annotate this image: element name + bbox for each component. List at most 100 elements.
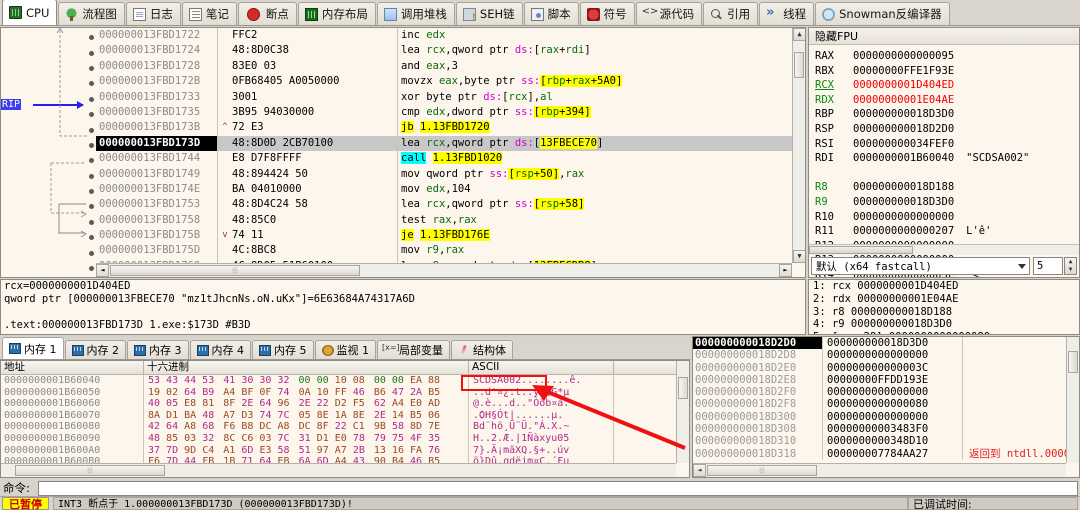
disassembly-panel[interactable]: RIP 000000013FBD1722 FFC2 inc edx 000000… bbox=[0, 27, 806, 278]
stack-vscrollbar[interactable] bbox=[1066, 337, 1079, 463]
register-value[interactable]: 000000000018D3D0 bbox=[853, 196, 954, 208]
disasm-row[interactable]: 000000013FBD173B ^ 72 E3 jb 1.13FBD1720 bbox=[96, 120, 792, 136]
struct-tab[interactable]: 结构体 bbox=[451, 340, 513, 359]
dump-tab-4[interactable]: 内存 4 bbox=[189, 340, 251, 359]
watch-tab-1[interactable]: 监视 1 bbox=[314, 340, 376, 359]
stack-row[interactable]: 000000000018D2E8 00000000FFDD193E bbox=[693, 373, 1079, 387]
disasm-row[interactable]: 000000013FBD1724 48:8D0C38 lea rcx,qword p… bbox=[96, 43, 792, 59]
scroll-up-icon[interactable]: ▲ bbox=[793, 28, 805, 41]
register-row[interactable]: RSI 000000000034FEF0 bbox=[815, 137, 1079, 152]
scroll-thumb[interactable] bbox=[809, 246, 913, 254]
disasm-row[interactable]: 000000013FBD1735 3B95 94030000 cmp edx,dwo… bbox=[96, 104, 792, 121]
register-value[interactable]: 000000000034FEF0 bbox=[853, 138, 954, 150]
dump-row[interactable]: 0000000001B60040 53 43 44 53 41 30 30 32 … bbox=[1, 375, 689, 387]
register-row[interactable]: RDI 0000000001B60040 "SCDSA002" bbox=[815, 151, 1079, 166]
scroll-thumb[interactable]: ⦙⦙⦙ bbox=[15, 465, 165, 476]
register-value[interactable]: 0000000001D404ED bbox=[853, 79, 954, 91]
register-row[interactable]: R11 0000000000000207 L'ê' bbox=[815, 224, 1079, 239]
disasm-row[interactable]: 000000013FBD1722 FFC2 inc edx bbox=[96, 28, 792, 44]
disasm-row[interactable]: 000000013FBD174E BA 04010000 mov edx,104 bbox=[96, 181, 792, 198]
dump-tab-5[interactable]: 内存 5 bbox=[252, 340, 314, 359]
dump-tab-1[interactable]: 内存 1 bbox=[2, 337, 64, 359]
dump-row[interactable]: 0000000001B60090 48 85 03 32 8C C6 03 7C … bbox=[1, 432, 689, 445]
dump-rows[interactable]: 0000000001B60040 53 43 44 53 41 30 30 32 … bbox=[1, 375, 689, 468]
registers-hscrollbar[interactable] bbox=[809, 244, 1079, 255]
scroll-right-icon[interactable]: ► bbox=[779, 264, 792, 277]
dump-tab-2[interactable]: 内存 2 bbox=[64, 340, 126, 359]
register-value[interactable]: 00000000001E04AE bbox=[853, 94, 954, 106]
disassembly-hscrollbar[interactable]: ◄ ⦙⦙⦙ ► bbox=[96, 263, 792, 277]
register-value[interactable]: 0000000001B60040 bbox=[853, 152, 954, 164]
dump-header-hex[interactable]: 十六进制 bbox=[144, 361, 469, 374]
dump-row[interactable]: 0000000001B60080 42 64 A8 68 F6 B8 DC A8 … bbox=[1, 421, 689, 433]
register-row[interactable]: RDX 00000000001E04AE bbox=[815, 93, 1079, 108]
dump-row[interactable]: 0000000001B60060 40 05 E8 81 8F 2E 64 96 … bbox=[1, 398, 689, 410]
register-value[interactable]: 0000000000000207 bbox=[853, 225, 954, 237]
disassembly-vscrollbar[interactable]: ▲ ▼ bbox=[792, 28, 805, 263]
scroll-down-icon[interactable]: ▼ bbox=[793, 250, 805, 263]
scroll-left-icon[interactable]: ◄ bbox=[693, 464, 706, 477]
stack-row[interactable]: 000000000018D308 00000000003483F0 bbox=[693, 423, 1079, 436]
disasm-row[interactable]: 000000013FBD175B v 74 11 je 1.13FBD176E bbox=[96, 228, 792, 244]
tab-cpu[interactable]: CPU bbox=[2, 0, 58, 25]
scroll-thumb[interactable] bbox=[794, 52, 804, 78]
hide-fpu-button[interactable]: 隐藏FPU bbox=[809, 28, 1079, 45]
tab-references[interactable]: 引用 bbox=[703, 2, 759, 25]
stack-panel[interactable]: 000000000018D2D0 000000000018D3D0 0000000… bbox=[692, 336, 1080, 478]
disasm-row[interactable]: 000000013FBD172B 0FB68405 A0050000 movzx e… bbox=[96, 74, 792, 90]
registers-panel[interactable]: 隐藏FPU RAX 0000000000000095 RBX 00000000FFE… bbox=[808, 27, 1080, 278]
register-row[interactable]: RBP 000000000018D3D0 bbox=[815, 107, 1079, 122]
register-value[interactable]: 00000000FFE1F93E bbox=[853, 65, 954, 77]
register-value[interactable]: 000000000018D188 bbox=[853, 181, 954, 193]
scroll-thumb[interactable]: ⦙⦙⦙ bbox=[110, 265, 360, 276]
register-row[interactable]: R10 0000000000000000 bbox=[815, 210, 1079, 225]
register-value[interactable]: 000000000018D2D0 bbox=[853, 123, 954, 135]
dump-row[interactable]: 0000000001B600A0 37 7D 9D C4 A1 6D E3 58 … bbox=[1, 444, 689, 457]
register-row[interactable]: RAX 0000000000000095 bbox=[815, 49, 1079, 64]
locals-tab[interactable]: 局部变量 bbox=[377, 340, 450, 359]
stack-row-current[interactable]: 000000000018D2D0 000000000018D3D0 bbox=[693, 337, 1079, 350]
dump-row[interactable]: 0000000001B60070 8A D1 BA 48 A7 D3 74 7C … bbox=[1, 409, 689, 422]
dump-header-address[interactable]: 地址 bbox=[1, 361, 144, 374]
dump-tab-3[interactable]: 内存 3 bbox=[127, 340, 189, 359]
stack-row[interactable]: 000000000018D2D8 0000000000000000 bbox=[693, 349, 1079, 362]
stack-row[interactable]: 000000000018D2E0 000000000000003C bbox=[693, 361, 1079, 374]
argument-count-input[interactable]: 5 bbox=[1033, 257, 1063, 275]
tab-source[interactable]: 源代码 bbox=[635, 2, 703, 25]
tab-call-stack[interactable]: 调用堆栈 bbox=[376, 2, 455, 25]
dump-row[interactable]: 0000000001B60050 19 02 64 B9 A4 BF 0F 74 … bbox=[1, 386, 689, 399]
tab-graph[interactable]: 流程图 bbox=[58, 2, 125, 25]
stack-row[interactable]: 000000000018D300 0000000000000000 bbox=[693, 410, 1079, 424]
tab-seh[interactable]: SEH链 bbox=[455, 2, 523, 25]
stack-hscrollbar[interactable]: ◄ ⦙⦙⦙ bbox=[693, 463, 1066, 477]
stack-row[interactable]: 000000000018D2F8 0000000000000080 bbox=[693, 398, 1079, 411]
register-value[interactable]: 000000000018D3D0 bbox=[853, 108, 954, 120]
stack-row[interactable]: 000000000018D310 0000000000348D10 bbox=[693, 435, 1079, 448]
disasm-row[interactable]: 000000013FBD1749 48:894424 50 mov qword pt… bbox=[96, 166, 792, 182]
dump-header-ascii[interactable]: ASCII bbox=[469, 361, 614, 374]
scroll-left-icon[interactable]: ◄ bbox=[96, 264, 109, 277]
tab-breakpoints[interactable]: 断点 bbox=[237, 2, 297, 25]
disasm-row-current[interactable]: 000000013FBD173D 48:8D0D 2CB70100 lea rcx,… bbox=[96, 135, 792, 152]
memory-dump-panel[interactable]: 地址 十六进制 ASCII 0000000001B60040 53 43 44 5… bbox=[0, 360, 690, 478]
tab-log[interactable]: 日志 bbox=[125, 2, 181, 25]
disasm-row[interactable]: 000000013FBD1758 48:85C0 test rax,rax bbox=[96, 212, 792, 229]
stack-row[interactable]: 000000000018D318 000000007784AA27 返回到 ntdl… bbox=[693, 447, 1079, 460]
register-row[interactable]: RBX 00000000FFE1F93E bbox=[815, 64, 1079, 79]
disassembly-rows[interactable]: 000000013FBD1722 FFC2 inc edx 000000013FBD… bbox=[96, 28, 792, 277]
tab-snowman[interactable]: Snowman反编译器 bbox=[815, 2, 950, 25]
scroll-thumb[interactable] bbox=[678, 377, 688, 399]
scroll-thumb[interactable]: ⦙⦙⦙ bbox=[707, 465, 817, 476]
calling-convention-select[interactable]: 默认 (x64 fastcall) bbox=[811, 257, 1030, 275]
disasm-row[interactable]: 000000013FBD1744 E8 D7F8FFFF call 1.13FBD1… bbox=[96, 151, 792, 167]
tab-notes[interactable]: 笔记 bbox=[181, 2, 237, 25]
disasm-row[interactable]: 000000013FBD175D 4C:8BC8 mov r9,rax bbox=[96, 243, 792, 259]
tab-script[interactable]: 脚本 bbox=[523, 2, 579, 25]
register-value[interactable]: 0000000000000000 bbox=[853, 211, 954, 223]
tab-memory-map[interactable]: 内存布局 bbox=[297, 2, 376, 25]
dump-vscrollbar[interactable] bbox=[676, 361, 689, 463]
stack-row[interactable]: 000000000018D2F0 0000000000000000 bbox=[693, 386, 1079, 399]
disasm-row[interactable]: 000000013FBD1753 48:8D4C24 58 lea rcx,qwor… bbox=[96, 197, 792, 213]
command-input[interactable] bbox=[38, 480, 1078, 496]
disasm-row[interactable]: 000000013FBD1728 83E0 03 and eax,3 bbox=[96, 58, 792, 75]
